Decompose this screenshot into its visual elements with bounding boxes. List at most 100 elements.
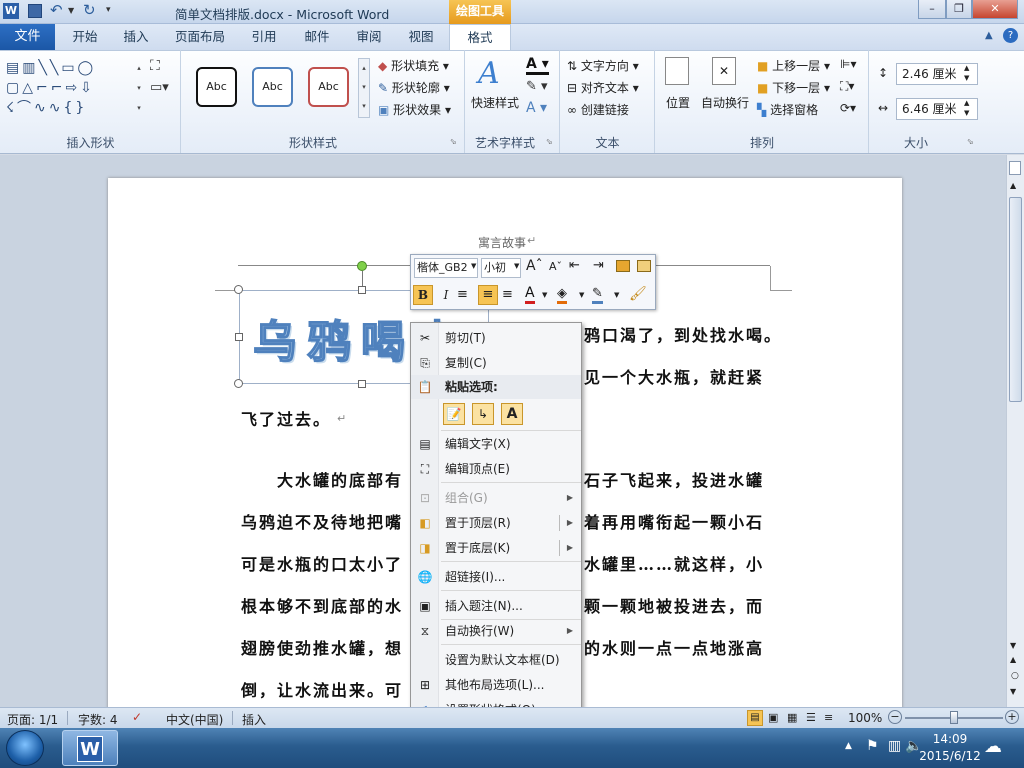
save-icon[interactable] bbox=[28, 4, 42, 18]
text-effects-icon[interactable]: A ▾ bbox=[526, 100, 547, 116]
align-right-icon[interactable]: ≡ bbox=[502, 287, 513, 302]
quick-styles-label[interactable]: 快速样式 bbox=[471, 94, 519, 111]
selection-pane-button[interactable]: ▚ 选择窗格 bbox=[757, 101, 818, 118]
zoom-slider-thumb[interactable] bbox=[950, 711, 958, 724]
rotate-handle[interactable] bbox=[357, 261, 367, 271]
resize-handle-tl[interactable] bbox=[234, 285, 243, 294]
decrease-indent-icon[interactable]: ⇤ bbox=[569, 258, 580, 273]
position-icon[interactable] bbox=[665, 57, 689, 85]
grow-font-icon[interactable]: Aˆ bbox=[526, 258, 543, 274]
menu-item-edit-text[interactable]: ▤ 编辑文字(X) bbox=[411, 432, 581, 456]
tab-review[interactable]: 审阅 bbox=[346, 24, 392, 50]
taskbar-word-button[interactable]: W bbox=[62, 730, 118, 766]
qat-customize-icon[interactable]: ▾ bbox=[106, 5, 111, 15]
width-spin-icon[interactable]: ▲ ▼ bbox=[964, 98, 969, 118]
textbox-icon[interactable]: ▭▾ bbox=[150, 80, 169, 95]
format-painter-icon[interactable]: 🖌 bbox=[629, 286, 647, 302]
menu-item-wrap-text[interactable]: ⧖ 自动换行(W) ▶ bbox=[411, 619, 581, 643]
tab-mailings[interactable]: 邮件 bbox=[294, 24, 340, 50]
zoom-in-icon[interactable]: + bbox=[1005, 710, 1019, 724]
mini-font-select[interactable]: 楷体_GB2 bbox=[414, 258, 478, 278]
font-color-dropdown-icon[interactable]: ▼ bbox=[542, 291, 547, 299]
tab-view[interactable]: 视图 bbox=[398, 24, 444, 50]
undo-icon[interactable]: ↶ bbox=[50, 1, 63, 19]
create-link-button[interactable]: ∞ 创建链接 bbox=[567, 101, 629, 118]
prev-page-icon[interactable]: ▲ bbox=[1010, 655, 1016, 664]
scroll-thumb[interactable] bbox=[1009, 197, 1022, 402]
wordart-dialog-launcher[interactable]: ⬂ bbox=[546, 137, 553, 146]
zoom-out-icon[interactable]: − bbox=[888, 710, 902, 724]
shape-outline-button[interactable]: ✎ 形状轮廓 ▾ bbox=[378, 79, 450, 96]
shape-style-red[interactable]: Abc bbox=[308, 67, 349, 107]
ruler-toggle-icon[interactable] bbox=[1009, 161, 1021, 175]
align-text-button[interactable]: ⊟ 对齐文本 ▾ bbox=[567, 79, 639, 96]
redo-icon[interactable]: ↻ bbox=[83, 1, 96, 19]
wrap-text-label[interactable]: 自动换行 bbox=[701, 94, 749, 111]
shape-fill-button[interactable]: ◆ 形状填充 ▾ bbox=[378, 57, 449, 74]
shape-effects-button[interactable]: ▣ 形状效果 ▾ bbox=[378, 101, 451, 118]
web-layout-view-icon[interactable]: ▦ bbox=[787, 711, 797, 724]
shape-styles-dialog-launcher[interactable]: ⬂ bbox=[450, 137, 457, 146]
mini-send-back-icon[interactable] bbox=[637, 260, 651, 272]
menu-item-more-layout[interactable]: ⊞ 其他布局选项(L)... bbox=[411, 673, 581, 697]
menu-item-hyperlink[interactable]: 🌐 超链接(I)... bbox=[411, 565, 581, 589]
menu-item-set-default-textbox[interactable]: 设置为默认文本框(D) bbox=[411, 648, 581, 672]
text-outline-icon[interactable]: ✎ ▾ bbox=[526, 79, 548, 94]
full-screen-view-icon[interactable]: ▣ bbox=[768, 711, 778, 724]
shapes-gallery[interactable]: ▤▥╲╲▭◯ ▢△⌐⌐⇨⇩ ☇⌒∿∿{} bbox=[6, 58, 134, 118]
clock-date[interactable]: 2015/6/12 bbox=[916, 749, 984, 763]
submenu-arrow-icon[interactable]: ▶ bbox=[567, 536, 573, 560]
help-icon[interactable]: ? bbox=[1003, 28, 1018, 43]
mini-bring-front-icon[interactable] bbox=[616, 260, 630, 272]
menu-item-insert-caption[interactable]: ▣ 插入题注(N)... bbox=[411, 594, 581, 618]
ribbon-minimize-icon[interactable]: ▲ bbox=[985, 30, 993, 41]
group-objects-icon[interactable]: ⛶▾ bbox=[840, 79, 854, 94]
shape-style-black[interactable]: Abc bbox=[196, 67, 237, 107]
quick-styles-icon[interactable]: A bbox=[478, 56, 500, 91]
action-center-icon[interactable]: ⚑ bbox=[866, 738, 879, 754]
close-button[interactable]: ✕ bbox=[972, 0, 1018, 19]
print-layout-view-icon[interactable]: ▤ bbox=[747, 710, 763, 726]
shrink-font-icon[interactable]: Aˇ bbox=[549, 260, 562, 273]
mini-font-dropdown-icon[interactable]: ▼ bbox=[471, 262, 476, 270]
paste-merge-formatting-icon[interactable]: ↳ bbox=[472, 403, 494, 425]
undo-dropdown-icon[interactable]: ▼ bbox=[68, 6, 74, 15]
word-count[interactable]: 字数: 4 bbox=[78, 711, 118, 728]
outline-view-icon[interactable]: ☰ bbox=[806, 711, 816, 724]
paste-text-only-icon[interactable]: A bbox=[501, 403, 523, 425]
send-backward-button[interactable]: ■ 下移一层 ▾ bbox=[757, 79, 830, 96]
restore-button[interactable]: ❐ bbox=[946, 0, 972, 19]
tab-file[interactable]: 文件 bbox=[0, 24, 55, 50]
tab-insert[interactable]: 插入 bbox=[113, 24, 159, 50]
proofing-icon[interactable]: ✓ bbox=[132, 710, 142, 724]
paste-keep-formatting-icon[interactable]: 📝 bbox=[443, 403, 465, 425]
menu-item-copy[interactable]: ⎘ 复制(C) bbox=[411, 351, 581, 375]
menu-item-edit-points[interactable]: ⛶ 编辑顶点(E) bbox=[411, 457, 581, 481]
scroll-down-icon[interactable]: ▼ bbox=[1010, 641, 1016, 650]
start-button-icon[interactable] bbox=[6, 730, 44, 766]
align-left-icon[interactable]: ≡ bbox=[457, 287, 468, 302]
size-dialog-launcher[interactable]: ⬂ bbox=[967, 137, 974, 146]
draft-view-icon[interactable]: ≡ bbox=[824, 711, 833, 724]
browse-object-icon[interactable]: ○ bbox=[1011, 671, 1019, 681]
word-app-icon[interactable]: W bbox=[3, 3, 19, 19]
weather-icon[interactable]: ☁ bbox=[984, 736, 1002, 757]
show-hidden-icons[interactable]: ▲ bbox=[845, 741, 852, 751]
minimize-button[interactable]: – bbox=[918, 0, 946, 19]
tab-format[interactable]: 格式 bbox=[449, 24, 511, 51]
resize-handle-bl[interactable] bbox=[234, 379, 243, 388]
font-color-icon[interactable]: A bbox=[525, 285, 535, 304]
wrap-icon[interactable]: ✕ bbox=[712, 57, 736, 85]
position-label[interactable]: 位置 bbox=[666, 94, 690, 111]
language[interactable]: 中文(中国) bbox=[166, 711, 223, 728]
tab-references[interactable]: 引用 bbox=[241, 24, 287, 50]
edit-shape-icon[interactable]: ⛶ bbox=[150, 58, 160, 74]
text-fill-icon[interactable]: A ▾ bbox=[526, 56, 549, 75]
zoom-level[interactable]: 100% bbox=[848, 711, 882, 725]
shapes-gallery-scroll[interactable]: ▴ ▾ ▾ bbox=[134, 58, 144, 118]
menu-item-cut[interactable]: ✂ 剪切(T) bbox=[411, 326, 581, 350]
fill-color-icon[interactable]: ◈ bbox=[557, 286, 567, 304]
shape-style-blue[interactable]: Abc bbox=[252, 67, 293, 107]
italic-button[interactable]: I bbox=[437, 285, 455, 305]
page-count[interactable]: 页面: 1/1 bbox=[7, 711, 58, 728]
